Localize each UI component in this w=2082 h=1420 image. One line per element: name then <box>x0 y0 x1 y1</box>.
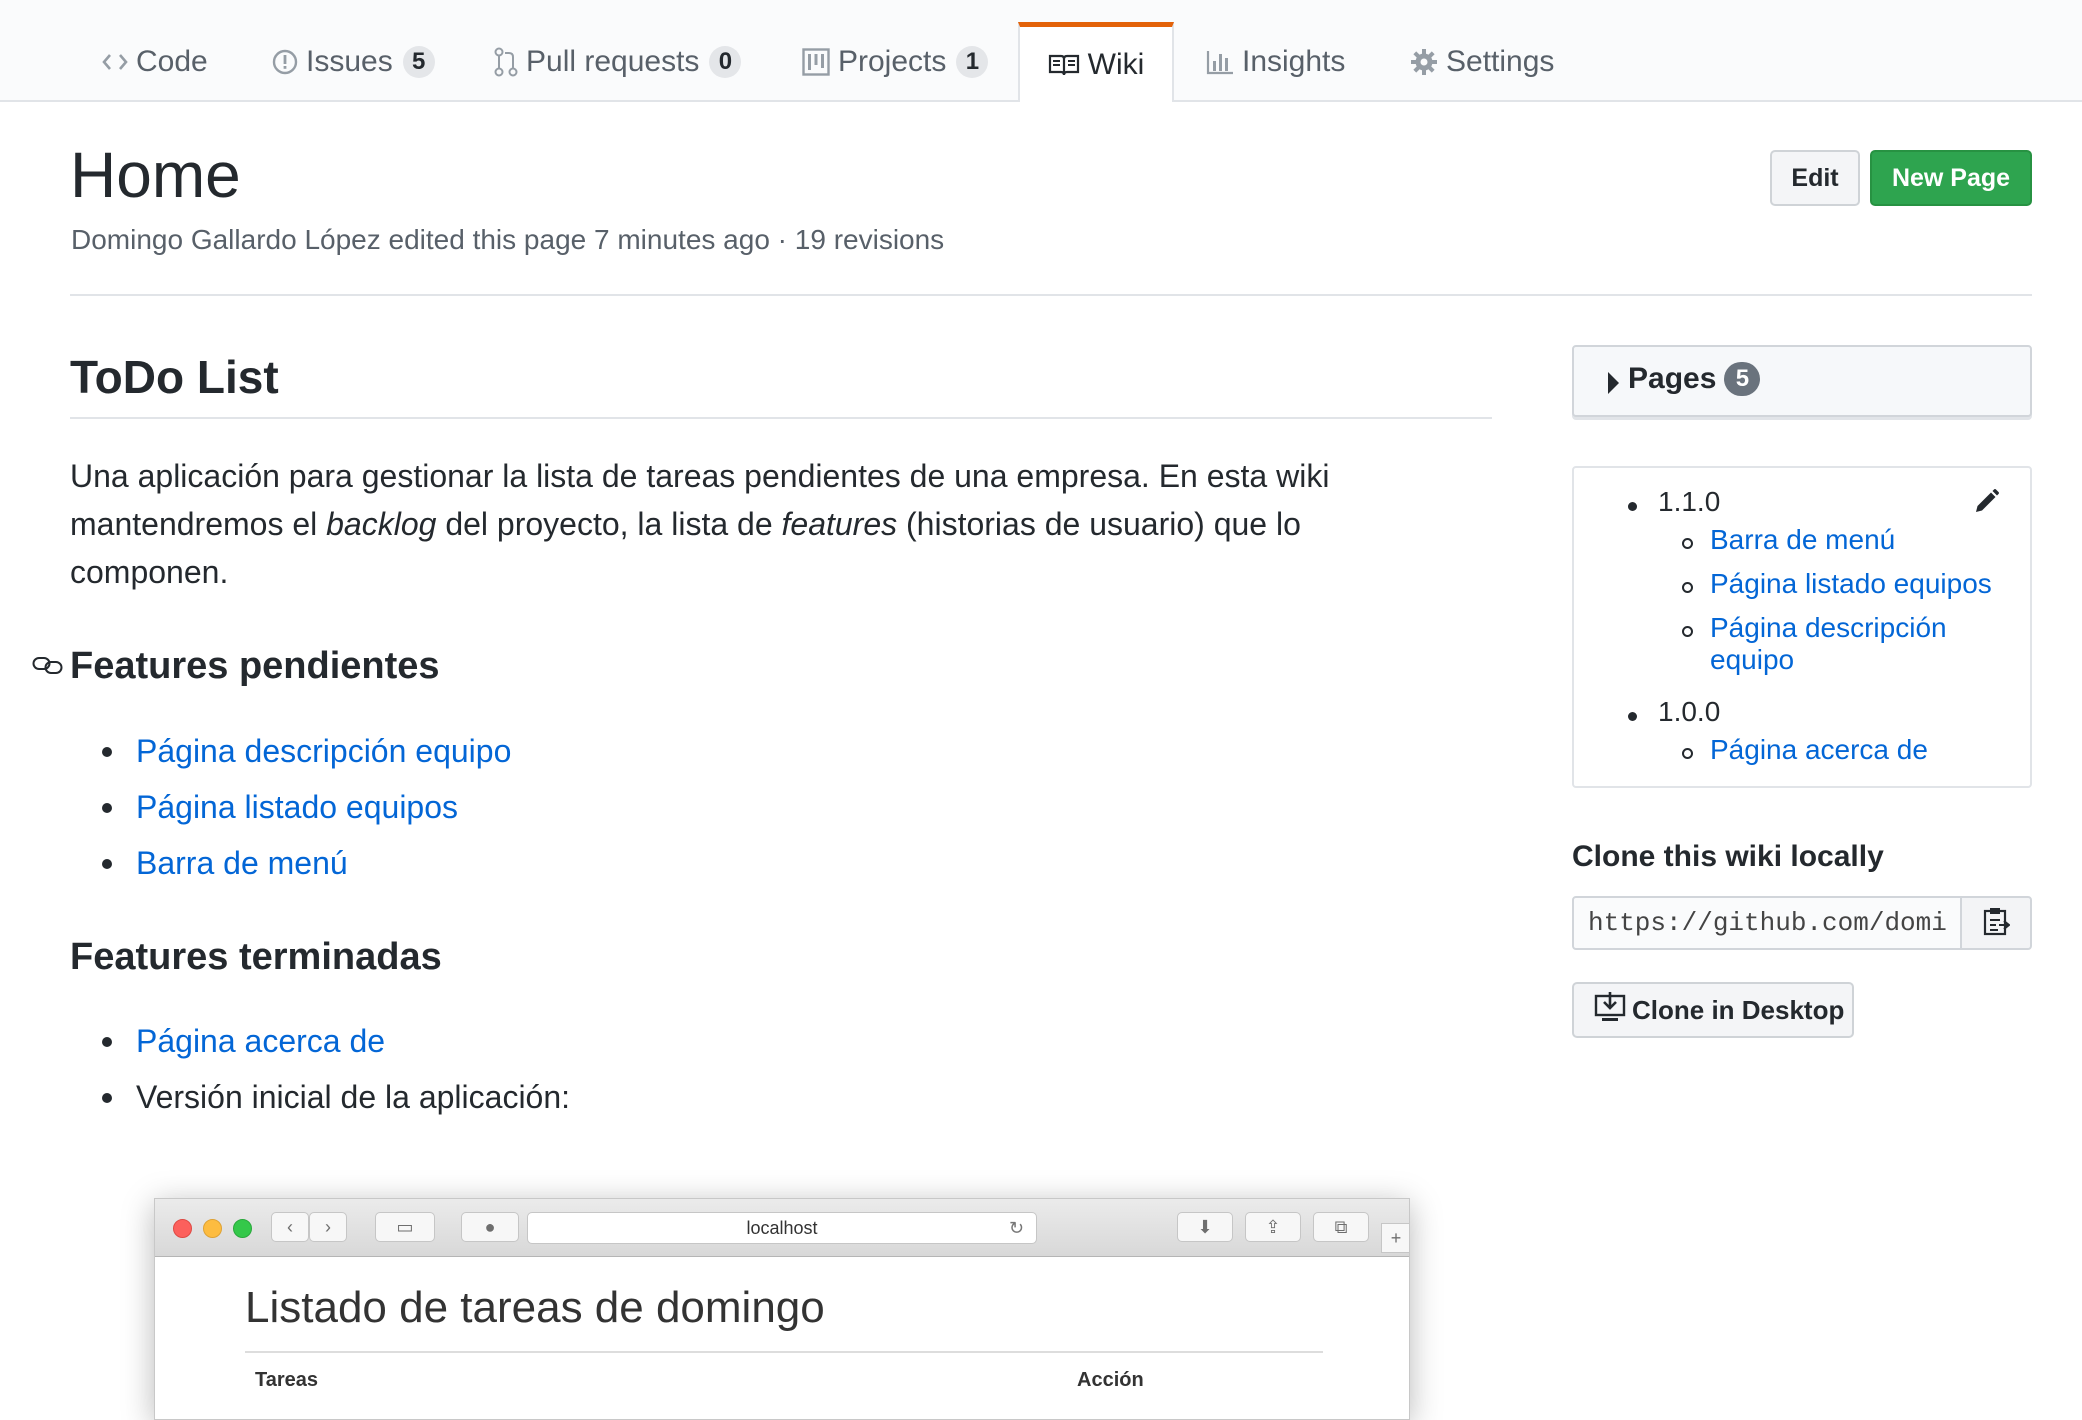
share-icon: ⇪ <box>1245 1212 1301 1242</box>
minimize-dot-icon <box>203 1219 222 1238</box>
intro-emphasis-features: features <box>781 506 898 542</box>
address-bar: localhost ↻ <box>527 1212 1037 1244</box>
done-features-list: Página acerca de Versión inicial de la a… <box>70 1013 570 1125</box>
heading-divider <box>70 417 1492 419</box>
app-page-title: Listado de tareas de domingo <box>245 1283 825 1332</box>
tab-code[interactable]: Code <box>102 24 208 100</box>
clone-in-desktop-label: Clone in Desktop <box>1632 994 1845 1025</box>
done-features-heading: Features terminadas <box>70 936 442 978</box>
list-item: Página listado equipos <box>70 779 511 835</box>
tab-insights[interactable]: Insights <box>1206 24 1345 100</box>
list-item: Página descripción equipo <box>70 723 511 779</box>
pending-features-list: Página descripción equipo Página listado… <box>70 723 511 891</box>
pages-label: Pages 5 <box>1628 362 1761 396</box>
tab-insights-label: Insights <box>1242 45 1346 78</box>
clone-wiki-heading: Clone this wiki locally <box>1572 840 1884 873</box>
tab-wiki[interactable]: Wiki <box>1018 22 1174 102</box>
pull-request-icon <box>494 47 518 77</box>
list-item: Versión inicial de la aplicación: <box>70 1069 570 1125</box>
new-page-button[interactable]: New Page <box>1870 150 2032 206</box>
address-bar-url: localhost <box>746 1217 818 1238</box>
pending-features-heading: Features pendientes <box>70 645 440 687</box>
new-tab-plus-icon: + <box>1381 1223 1409 1253</box>
toc-link-team-list[interactable]: Página listado equipos <box>1682 568 1992 600</box>
intro-text-2: del proyecto, la lista de <box>436 506 782 542</box>
gear-icon <box>1410 48 1438 76</box>
pages-label-text: Pages <box>1628 362 1717 395</box>
tab-projects[interactable]: Projects 1 <box>802 24 989 100</box>
desktop-download-icon <box>1594 991 1632 1029</box>
custom-sidebar-toc: 1.1.0 Barra de menú Página listado equip… <box>1572 466 2032 788</box>
clipboard-icon <box>1982 906 2011 941</box>
pencil-icon[interactable] <box>1972 488 2000 521</box>
pages-toggle[interactable]: Pages 5 <box>1572 345 2032 417</box>
issues-count-badge: 5 <box>402 46 435 78</box>
tab-settings[interactable]: Settings <box>1410 24 1554 100</box>
forward-arrow-icon: › <box>309 1212 347 1242</box>
toc-link-about-page[interactable]: Página acerca de <box>1682 734 1928 766</box>
tab-issues-label: Issues <box>306 45 393 78</box>
edit-button[interactable]: Edit <box>1770 150 1860 206</box>
pages-count-badge: 5 <box>1724 362 1761 396</box>
intro-emphasis-backlog: backlog <box>326 506 437 542</box>
pending-link-team-description[interactable]: Página descripción equipo <box>136 733 511 769</box>
app-task-table: Tareas Acción <box>245 1351 1323 1391</box>
graph-icon <box>1206 49 1234 75</box>
toc-version-1-1-0: 1.1.0 <box>1627 486 1721 517</box>
tabs-overview-icon: ⧉ <box>1313 1212 1369 1242</box>
pending-link-menu-bar[interactable]: Barra de menú <box>136 845 348 881</box>
project-icon <box>802 48 830 76</box>
done-initial-version-text: Versión inicial de la aplicación: <box>136 1079 571 1115</box>
intro-paragraph: Una aplicación para gestionar la lista d… <box>70 452 1390 596</box>
tab-settings-label: Settings <box>1446 45 1555 78</box>
tab-pull-requests-label: Pull requests <box>526 45 700 78</box>
copy-to-clipboard-button[interactable] <box>1960 896 2032 950</box>
book-icon <box>1048 53 1080 77</box>
header-divider <box>70 294 2032 296</box>
done-link-about-page[interactable]: Página acerca de <box>136 1023 385 1059</box>
page-title: Home <box>70 139 241 211</box>
toc-version-1-0-0: 1.0.0 <box>1627 696 1721 727</box>
pull-requests-count-badge: 0 <box>709 46 742 78</box>
sidebar-toggle-icon: ▭ <box>375 1212 435 1242</box>
back-arrow-icon: ‹ <box>271 1212 309 1242</box>
list-item: Página acerca de <box>70 1013 570 1069</box>
download-icon: ⬇ <box>1177 1212 1233 1242</box>
maximize-dot-icon <box>233 1219 252 1238</box>
caret-right-icon <box>1608 372 1619 394</box>
app-screenshot-image: ‹ › ▭ ● localhost ↻ ⬇ ⇪ ⧉ + Listado de t… <box>154 1198 1410 1420</box>
clone-in-desktop-button[interactable]: Clone in Desktop <box>1572 982 1854 1038</box>
toc-link-team-description[interactable]: Página descripción equipo <box>1682 612 1947 676</box>
repo-nav-tabs: Code Issues 5 Pull requests 0 Projects 1… <box>0 0 2082 102</box>
toc-link-team-description-line1: Página descripción <box>1710 612 1947 643</box>
tab-projects-label: Projects <box>838 45 947 78</box>
column-header-tasks: Tareas <box>255 1369 319 1391</box>
column-header-action: Acción <box>1077 1369 1144 1391</box>
tab-code-label: Code <box>136 45 208 78</box>
code-icon <box>102 51 128 73</box>
page-revision-meta: Domingo Gallardo López edited this page … <box>71 224 945 255</box>
tab-issues[interactable]: Issues 5 <box>272 24 435 100</box>
clone-url-field[interactable] <box>1572 896 1962 950</box>
browser-toolbar: ‹ › ▭ ● localhost ↻ ⬇ ⇪ ⧉ + <box>155 1199 1409 1257</box>
reload-icon: ↻ <box>1008 1217 1024 1238</box>
tab-pull-requests[interactable]: Pull requests 0 <box>494 24 742 100</box>
link-anchor-icon[interactable] <box>32 654 64 681</box>
list-item: Barra de menú <box>70 835 511 891</box>
projects-count-badge: 1 <box>956 46 989 78</box>
wiki-heading: ToDo List <box>70 351 279 403</box>
issue-icon <box>272 49 298 75</box>
privacy-ghost-icon: ● <box>461 1212 519 1242</box>
tab-wiki-label: Wiki <box>1087 47 1145 81</box>
toc-link-team-description-line2: equipo <box>1710 644 1795 675</box>
pending-link-team-list[interactable]: Página listado equipos <box>136 789 458 825</box>
close-dot-icon <box>173 1219 192 1238</box>
toc-link-menu-bar[interactable]: Barra de menú <box>1681 524 1895 556</box>
